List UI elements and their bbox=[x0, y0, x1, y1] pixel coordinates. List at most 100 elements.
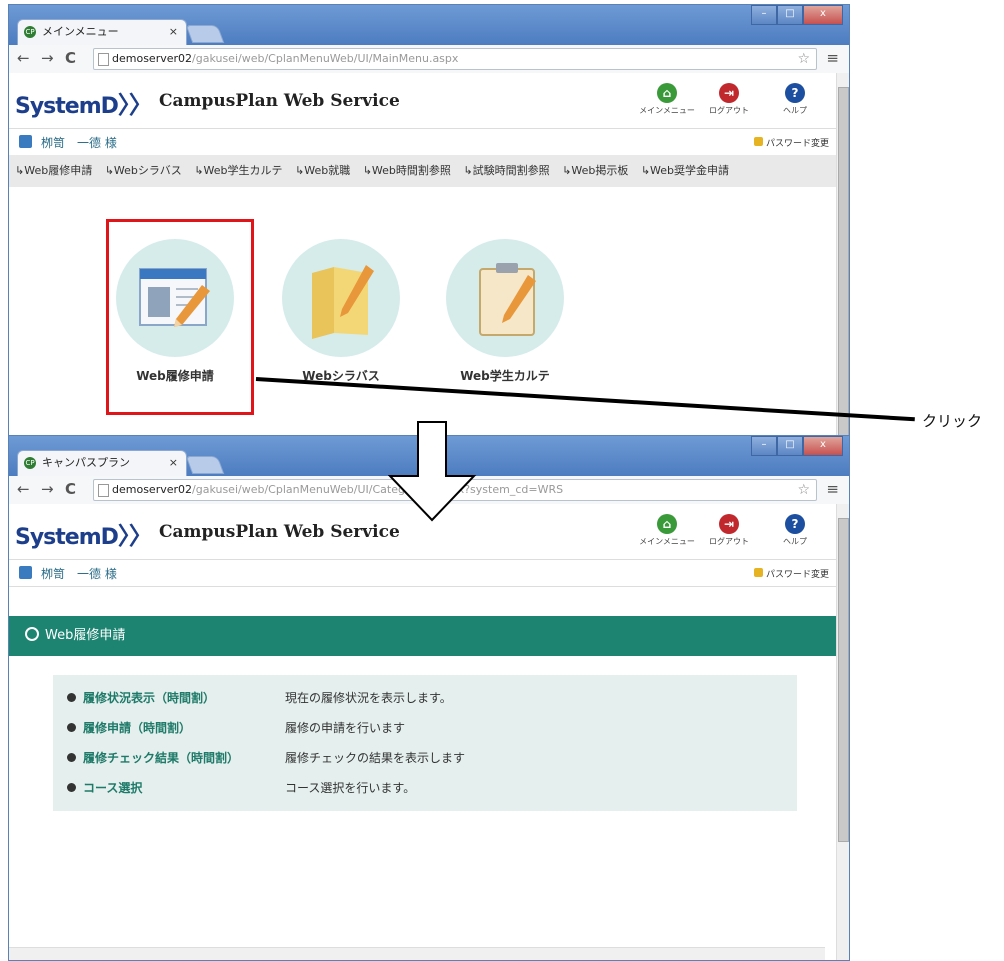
logout-label: ログアウト bbox=[709, 106, 749, 115]
systemd-logo: SystemD〉〉 bbox=[15, 522, 153, 550]
new-tab-button[interactable] bbox=[185, 25, 225, 43]
circle-icon bbox=[25, 627, 39, 641]
forward-icon[interactable]: → bbox=[41, 480, 54, 498]
function-link[interactable]: 履修申請（時間割） bbox=[83, 719, 191, 736]
bookmark-star-icon[interactable]: ☆ bbox=[797, 480, 810, 500]
page-content: SystemD〉〉 CampusPlan Web Service ⌂ メインメニ… bbox=[9, 504, 837, 960]
function-description: 履修チェックの結果を表示します bbox=[285, 751, 466, 765]
browser-tab[interactable]: CP メインメニュー × bbox=[17, 19, 187, 45]
function-list: 履修状況表示（時間割） 現在の履修状況を表示します。 履修申請（時間割） 履修の… bbox=[53, 675, 797, 811]
lock-icon bbox=[753, 568, 763, 577]
click-highlight-box bbox=[106, 219, 254, 415]
section-title: Web履修申請 bbox=[45, 628, 126, 643]
close-window-button[interactable]: x bbox=[803, 436, 843, 456]
home-icon: ⌂ bbox=[657, 83, 677, 103]
reload-icon[interactable]: C bbox=[65, 49, 76, 67]
tile-label: Web学生カルテ bbox=[460, 369, 550, 383]
main-menu-label: メインメニュー bbox=[639, 106, 695, 115]
arrow-circle-icon bbox=[67, 723, 76, 732]
systemd-logo: SystemD〉〉 bbox=[15, 91, 153, 119]
help-icon: ? bbox=[785, 83, 805, 103]
help-label: ヘルプ bbox=[783, 106, 807, 115]
user-icon bbox=[19, 135, 32, 148]
tab-close-icon[interactable]: × bbox=[169, 451, 178, 475]
tab-close-icon[interactable]: × bbox=[169, 20, 178, 44]
user-bar: 栁笥 一德 様 パスワード変更 bbox=[9, 559, 837, 587]
app-title: CampusPlan Web Service bbox=[159, 91, 400, 111]
url-host: demoserver02 bbox=[112, 483, 193, 496]
tile-web-student-record[interactable]: Web学生カルテ bbox=[445, 239, 565, 384]
browser-toolbar: ← → C demoserver02/gakusei/web/CplanMenu… bbox=[9, 45, 849, 74]
subnav-item-scholarship[interactable]: ↳Web奨学金申請 bbox=[641, 164, 729, 177]
subnav-item-bulletin[interactable]: ↳Web掲示板 bbox=[562, 164, 628, 177]
section-header: Web履修申請 bbox=[9, 616, 837, 656]
user-bar: 栁笥 一德 様 パスワード変更 bbox=[9, 128, 837, 156]
main-menu-button[interactable]: ⌂ メインメニュー bbox=[637, 83, 697, 116]
logout-button[interactable]: ⇥ ログアウト bbox=[699, 514, 759, 547]
vertical-scrollbar[interactable] bbox=[836, 73, 849, 440]
maximize-button[interactable]: □ bbox=[777, 436, 803, 456]
help-button[interactable]: ? ヘルプ bbox=[765, 83, 825, 116]
user-icon bbox=[19, 566, 32, 579]
main-menu-label: メインメニュー bbox=[639, 537, 695, 546]
main-menu-button[interactable]: ⌂ メインメニュー bbox=[637, 514, 697, 547]
logout-icon: ⇥ bbox=[719, 514, 739, 534]
function-description: コース選択を行います。 bbox=[285, 781, 416, 795]
url-path: /gakusei/web/CplanMenuWeb/UI/MainMenu.as… bbox=[192, 52, 459, 65]
campusplan-favicon-icon: CP bbox=[24, 457, 36, 469]
tile-web-syllabus[interactable]: Webシラバス bbox=[281, 239, 401, 384]
scroll-thumb[interactable] bbox=[838, 87, 849, 440]
bookmark-star-icon[interactable]: ☆ bbox=[797, 49, 810, 69]
browser-menu-icon[interactable]: ≡ bbox=[826, 49, 839, 67]
minimize-button[interactable]: – bbox=[751, 5, 777, 25]
subnav-item-employment[interactable]: ↳Web就職 bbox=[295, 164, 350, 177]
lock-icon bbox=[753, 137, 763, 146]
function-link[interactable]: 履修状況表示（時間割） bbox=[83, 689, 215, 706]
logout-icon: ⇥ bbox=[719, 83, 739, 103]
scroll-thumb[interactable] bbox=[838, 518, 849, 842]
subnav-item-registration[interactable]: ↳Web履修申請 bbox=[15, 164, 92, 177]
back-icon[interactable]: ← bbox=[17, 480, 30, 498]
user-name: 栁笥 一德 様 bbox=[41, 136, 117, 150]
help-button[interactable]: ? ヘルプ bbox=[765, 514, 825, 547]
tab-title: キャンパスプラン bbox=[42, 456, 130, 469]
close-window-button[interactable]: x bbox=[803, 5, 843, 25]
function-link[interactable]: コース選択 bbox=[83, 779, 142, 796]
forward-icon[interactable]: → bbox=[41, 49, 54, 67]
arrow-circle-icon bbox=[67, 693, 76, 702]
function-description: 履修の申請を行います bbox=[285, 721, 406, 735]
url-host: demoserver02 bbox=[112, 52, 193, 65]
password-change-link[interactable]: パスワード変更 bbox=[753, 567, 829, 580]
page-icon bbox=[98, 53, 109, 66]
function-description: 現在の履修状況を表示します。 bbox=[285, 691, 452, 705]
subsystem-nav: ↳Web履修申請 ↳Webシラバス ↳Web学生カルテ ↳Web就職 ↳Web時… bbox=[9, 155, 837, 187]
back-icon[interactable]: ← bbox=[17, 49, 30, 67]
password-change-link[interactable]: パスワード変更 bbox=[753, 136, 829, 149]
minimize-button[interactable]: – bbox=[751, 436, 777, 456]
browser-menu-icon[interactable]: ≡ bbox=[826, 480, 839, 498]
help-icon: ? bbox=[785, 514, 805, 534]
function-link[interactable]: 履修チェック結果（時間割） bbox=[83, 749, 239, 766]
home-icon: ⌂ bbox=[657, 514, 677, 534]
new-tab-button[interactable] bbox=[185, 456, 225, 474]
title-bar: CP メインメニュー × – □ x bbox=[9, 5, 849, 45]
app-title: CampusPlan Web Service bbox=[159, 522, 400, 542]
reload-icon[interactable]: C bbox=[65, 480, 76, 498]
logout-button[interactable]: ⇥ ログアウト bbox=[699, 83, 759, 116]
vertical-scrollbar[interactable] bbox=[836, 504, 849, 960]
horizontal-scrollbar[interactable] bbox=[9, 947, 825, 960]
subnav-item-student-record[interactable]: ↳Web学生カルテ bbox=[194, 164, 282, 177]
down-arrow-icon bbox=[388, 421, 477, 522]
browser-tab[interactable]: CP キャンパスプラン × bbox=[17, 450, 187, 476]
arrow-circle-icon bbox=[67, 753, 76, 762]
arrow-circle-icon bbox=[67, 783, 76, 792]
subnav-item-timetable[interactable]: ↳Web時間割参照 bbox=[363, 164, 451, 177]
subnav-item-exam-timetable[interactable]: ↳試験時間割参照 bbox=[463, 164, 549, 177]
campusplan-favicon-icon: CP bbox=[24, 26, 36, 38]
subnav-item-syllabus[interactable]: ↳Webシラバス bbox=[105, 164, 182, 177]
maximize-button[interactable]: □ bbox=[777, 5, 803, 25]
click-annotation: クリック bbox=[922, 412, 983, 430]
help-label: ヘルプ bbox=[783, 537, 807, 546]
logout-label: ログアウト bbox=[709, 537, 749, 546]
address-bar[interactable]: demoserver02/gakusei/web/CplanMenuWeb/UI… bbox=[93, 48, 817, 70]
